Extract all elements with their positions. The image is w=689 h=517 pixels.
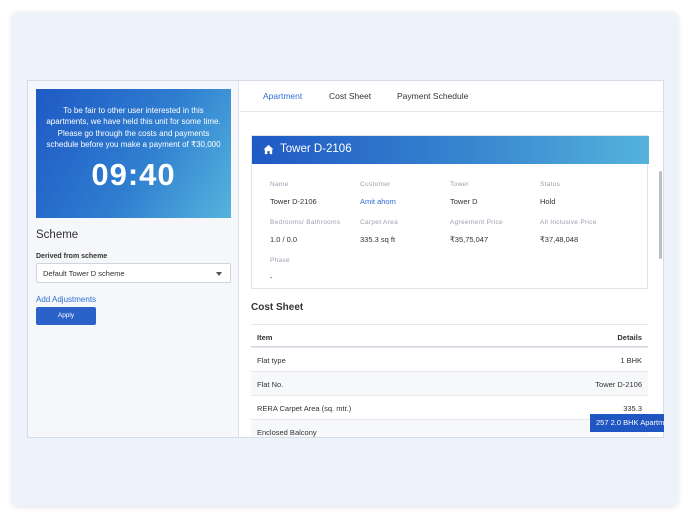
row-item: Flat type <box>257 356 286 365</box>
unit-title: Tower D-2106 <box>280 143 352 155</box>
field-tower: Tower Tower D <box>450 181 478 206</box>
field-label: Name <box>270 181 289 188</box>
field-name: Name Tower D-2106 <box>270 181 317 206</box>
field-value: ₹35,75,047 <box>450 235 489 244</box>
table-row: RERA Carpet Area (sq. mtr.) 335.3 <box>251 395 648 419</box>
field-bedrooms-bathrooms: Bedrooms/ Bathrooms 1.0 / 0.0 <box>270 219 340 244</box>
scheme-title: Scheme <box>36 229 79 241</box>
field-value: Tower D-2106 <box>270 197 317 206</box>
field-label: Customer <box>360 181 391 188</box>
tab-cost-sheet[interactable]: Cost Sheet <box>329 91 371 101</box>
hold-timer: 09:40 <box>91 156 176 192</box>
left-panel: To be fair to other user interested in t… <box>28 81 239 437</box>
field-label: All Inclusive Price <box>540 219 597 226</box>
scheme-select-value: Default Tower D scheme <box>43 269 125 278</box>
tab-payment-schedule[interactable]: Payment Schedule <box>397 91 468 101</box>
field-value: Tower D <box>450 197 478 206</box>
unit-card: Tower D-2106 Name Tower D-2106 Customer … <box>251 135 649 289</box>
field-status: Status Hold <box>540 181 560 206</box>
row-item: Enclosed Balcony <box>257 428 317 437</box>
add-adjustments-link[interactable]: Add Adjustments <box>36 295 96 304</box>
column-header-item: Item <box>257 333 273 342</box>
cost-sheet-table: Item Details Flat type 1 BHK Flat No. To… <box>251 324 648 437</box>
field-label: Status <box>540 181 561 188</box>
customer-link[interactable]: Amit ahom <box>360 197 396 206</box>
field-label: Bedrooms/ Bathrooms <box>270 219 341 226</box>
derived-from-scheme-label: Derived from scheme <box>36 253 108 260</box>
floating-unit-tag[interactable]: 257 2.0 BHK Apartment <box>590 414 664 432</box>
tab-content: Tower D-2106 Name Tower D-2106 Customer … <box>240 113 663 437</box>
row-item: RERA Carpet Area (sq. mtr.) <box>257 404 352 413</box>
cost-sheet-title: Cost Sheet <box>251 302 304 313</box>
row-details: 1 BHK <box>620 356 642 365</box>
field-value: ₹37,48,048 <box>540 235 579 244</box>
table-row: Flat No. Tower D-2106 <box>251 371 648 395</box>
home-icon <box>263 144 274 155</box>
field-label: Phase <box>270 257 290 264</box>
field-value: 1.0 / 0.0 <box>270 235 298 244</box>
column-header-details: Details <box>617 333 642 342</box>
hold-notice: To be fair to other user interested in t… <box>36 89 231 218</box>
field-value: 335.3 sq ft <box>360 235 396 244</box>
tab-apartment[interactable]: Apartment <box>263 91 302 101</box>
unit-header: Tower D-2106 <box>252 136 649 164</box>
hold-message: To be fair to other user interested in t… <box>46 106 221 150</box>
app-frame: To be fair to other user interested in t… <box>27 80 664 438</box>
field-label: Tower <box>450 181 469 188</box>
table-header-row: Item Details <box>251 324 648 347</box>
field-value: - <box>270 273 273 282</box>
scrollbar-thumb[interactable] <box>659 171 662 259</box>
scheme-select[interactable]: Default Tower D scheme <box>36 263 231 283</box>
field-phase: Phase - <box>270 257 290 282</box>
apply-button[interactable]: Apply <box>36 307 96 325</box>
row-item: Flat No. <box>257 380 284 389</box>
field-agreement-price: Agreement Price ₹35,75,047 <box>450 219 503 244</box>
field-label: Agreement Price <box>450 219 503 226</box>
chevron-down-icon <box>216 272 222 276</box>
table-row: Flat type 1 BHK <box>251 347 648 371</box>
field-all-inclusive-price: All Inclusive Price ₹37,48,048 <box>540 219 597 244</box>
row-details: 335.3 <box>623 404 642 413</box>
table-row: Enclosed Balcony <box>251 419 648 437</box>
row-details: Tower D-2106 <box>595 380 642 389</box>
right-panel: Apartment Cost Sheet Payment Schedule To… <box>240 81 663 437</box>
field-customer: Customer Amit ahom <box>360 181 396 206</box>
field-carpet-area: Carpet Area 335.3 sq ft <box>360 219 398 244</box>
tab-bar: Apartment Cost Sheet Payment Schedule <box>240 81 663 112</box>
field-label: Carpet Area <box>360 219 398 226</box>
field-value: Hold <box>540 197 556 206</box>
